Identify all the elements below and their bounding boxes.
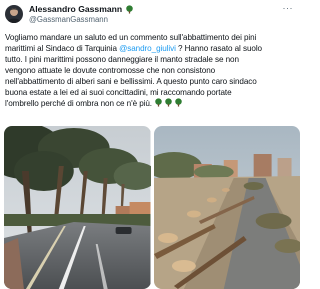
tweet-text-line: tutto. I pini marittimi possono danneggi… (5, 55, 239, 64)
tweet-text-line: buona estate a lei ed ai suoi concittadi… (5, 88, 232, 97)
tweet-header: Alessandro Gassmann @GassmanGassmann ··· (5, 4, 294, 26)
tweet-text-fragment: ? Hanno rasato al suolo (175, 44, 262, 53)
tweet-text-fragment: l'ombrello perché di ombra non ce n'è pi… (5, 99, 155, 108)
tweet-text-line: l'ombrello perché di ombra non ce n'è pi… (5, 98, 294, 109)
tweet-text-line: vengono attuate le dovute contromosse ch… (5, 66, 216, 75)
tweet-media (4, 126, 300, 289)
tree-emoji-group (154, 98, 183, 107)
photo-after[interactable] (153, 126, 300, 289)
avatar[interactable] (5, 5, 23, 23)
author-handle[interactable]: @GassmanGassmann (29, 15, 134, 25)
mention-link[interactable]: @sandro_giulivi (119, 44, 176, 53)
tree-icon (175, 98, 182, 107)
tweet-text-line: Vogliamo mandare un saluto ed un comment… (5, 33, 257, 42)
tweet-text-line: marittimi al Sindaco di Tarquinia @sandr… (5, 43, 294, 54)
tweet-card: Alessandro Gassmann @GassmanGassmann ···… (0, 0, 300, 289)
author-name[interactable]: Alessandro Gassmann (29, 4, 122, 14)
tweet-text-line: nell'abbattimento di alberi sani e belli… (5, 77, 257, 86)
photo-before[interactable] (4, 126, 151, 289)
tweet-text-fragment: marittimi al Sindaco di Tarquinia (5, 44, 120, 53)
author-block: Alessandro Gassmann @GassmanGassmann (29, 4, 134, 25)
author-name-line[interactable]: Alessandro Gassmann (29, 4, 134, 14)
tree-icon (126, 4, 133, 14)
tree-icon (165, 98, 172, 107)
tree-icon (155, 98, 162, 107)
tweet-text: Vogliamo mandare un saluto ed un comment… (5, 32, 294, 109)
more-options-icon[interactable]: ··· (283, 4, 295, 13)
